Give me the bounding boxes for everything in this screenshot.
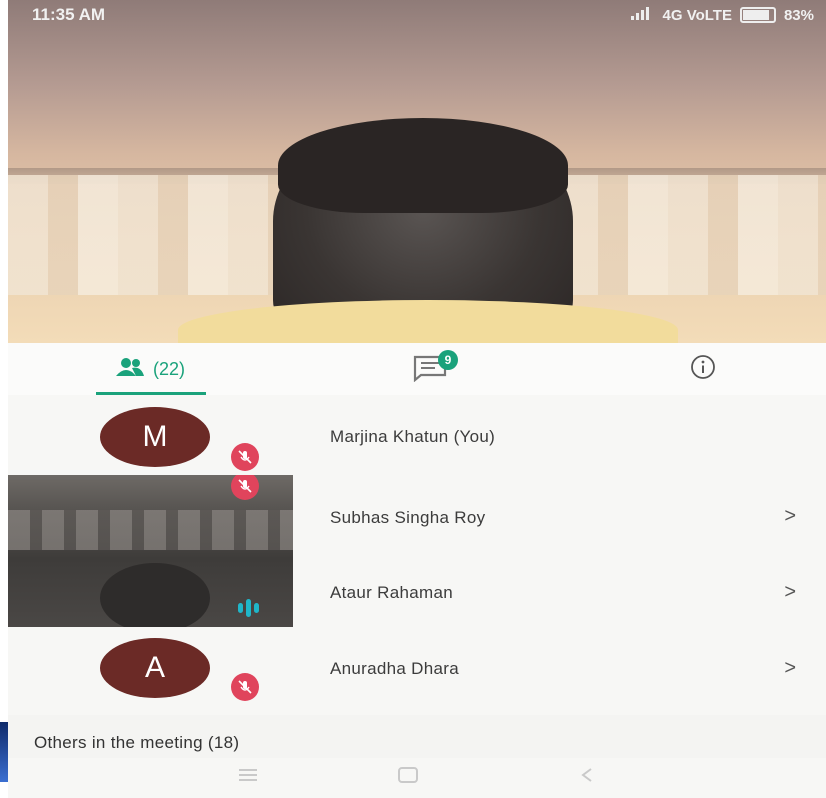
recents-icon[interactable] bbox=[236, 766, 260, 787]
tab-info[interactable] bbox=[673, 343, 733, 395]
battery-percent: 83% bbox=[783, 6, 814, 24]
avatar-initial: A bbox=[144, 651, 165, 684]
avatar: M bbox=[100, 407, 210, 467]
edge-mark bbox=[0, 722, 8, 782]
battery-icon bbox=[739, 7, 776, 23]
main-video-feed[interactable] bbox=[8, 0, 826, 343]
mic-off-icon bbox=[231, 443, 259, 471]
network-label: 4G VoLTE bbox=[662, 6, 732, 24]
tab-people[interactable]: (22) bbox=[80, 343, 220, 395]
others-in-meeting-label[interactable]: Others in the meeting (18) bbox=[34, 733, 239, 753]
info-icon bbox=[690, 354, 716, 385]
participant-name: Ataur Rahaman bbox=[330, 583, 453, 602]
chevron-right-icon[interactable]: > bbox=[784, 505, 796, 528]
people-count: (22) bbox=[152, 358, 185, 379]
participant-row[interactable]: M Marjina Khatun (You) bbox=[8, 395, 826, 475]
participant-list: M Marjina Khatun (You) Subhas Singha Roy… bbox=[8, 395, 826, 715]
participant-name: Subhas Singha Roy bbox=[330, 508, 486, 527]
avatar: A bbox=[100, 638, 210, 698]
participant-row[interactable]: Ataur Rahaman > bbox=[8, 555, 826, 635]
status-bar: 11:35 AM 4G VoLTE 83% bbox=[8, 0, 826, 30]
video-person-hair bbox=[278, 118, 568, 213]
chevron-right-icon[interactable]: > bbox=[784, 581, 796, 604]
signal-icon bbox=[629, 5, 655, 25]
participant-row[interactable]: A Anuradha Dhara > bbox=[8, 635, 826, 715]
home-icon[interactable] bbox=[396, 766, 420, 789]
page-edge bbox=[0, 0, 8, 798]
mic-off-icon bbox=[231, 673, 259, 701]
tab-chat[interactable]: 9 bbox=[393, 343, 473, 395]
system-nav-bar bbox=[8, 758, 826, 798]
avatar-initial: M bbox=[142, 420, 168, 453]
status-indicators: 4G VoLTE 83% bbox=[629, 5, 814, 25]
people-icon bbox=[115, 357, 145, 382]
participant-name: Anuradha Dhara bbox=[330, 659, 459, 678]
video-person-shirt bbox=[178, 300, 678, 343]
status-time: 11:35 AM bbox=[32, 5, 106, 24]
participant-row[interactable]: Subhas Singha Roy > bbox=[8, 475, 826, 555]
participant-name: Marjina Khatun (You) bbox=[330, 427, 496, 446]
chevron-right-icon[interactable]: > bbox=[784, 657, 796, 680]
meeting-tabs: (22) 9 bbox=[8, 343, 826, 396]
chat-badge: 9 bbox=[438, 350, 458, 370]
back-icon[interactable] bbox=[578, 766, 596, 789]
